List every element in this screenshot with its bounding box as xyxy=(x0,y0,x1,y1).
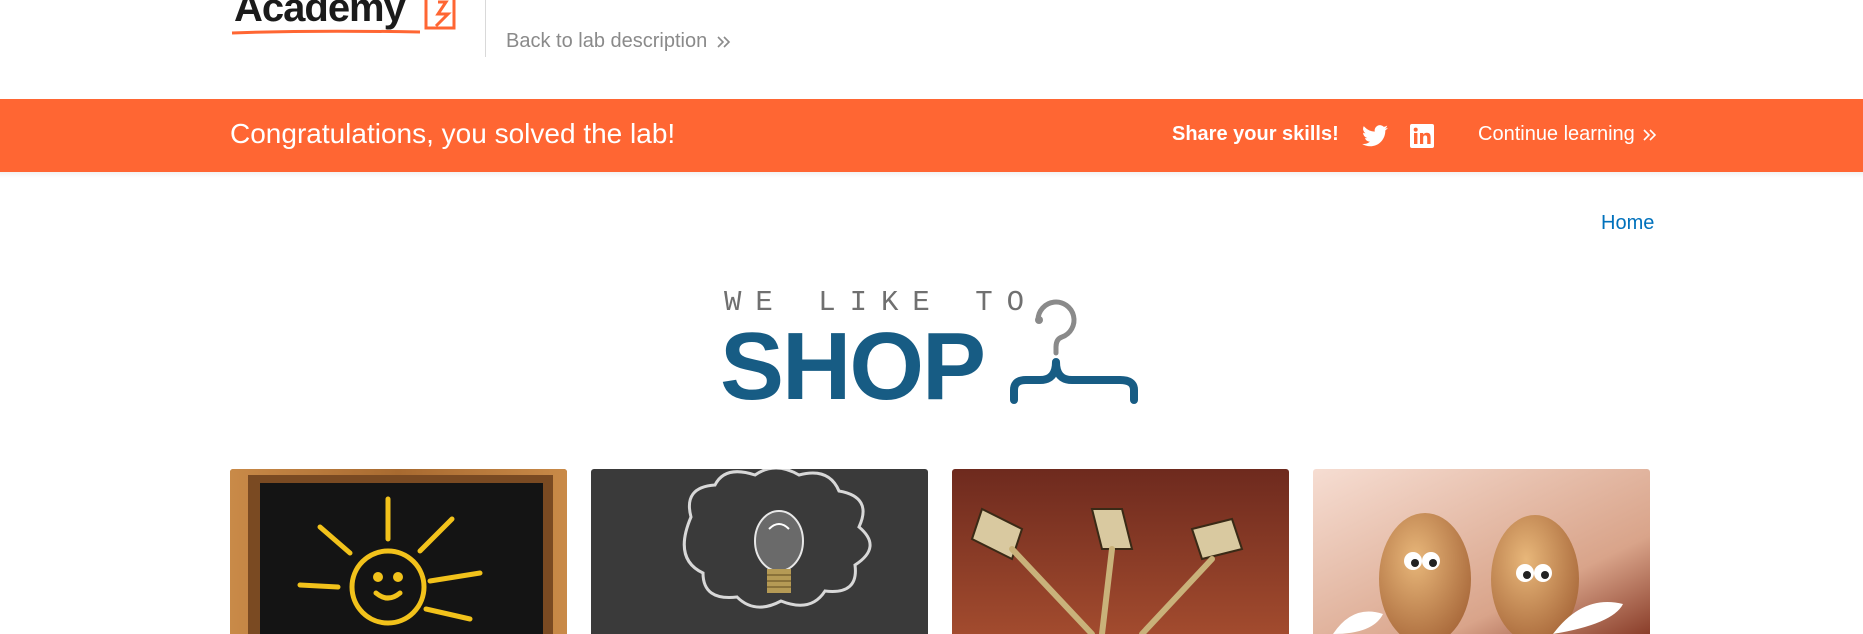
back-to-lab-link[interactable]: Back to lab description xyxy=(506,30,733,53)
top-header: Academy Back to lab description xyxy=(0,0,1863,99)
header-divider xyxy=(485,0,486,57)
double-chevron-right-icon xyxy=(1643,128,1656,141)
product-card-lightbulb[interactable] xyxy=(591,469,928,634)
share-label: Share your skills! xyxy=(1172,123,1339,145)
home-link[interactable]: Home xyxy=(1601,212,1654,235)
banner-title: Congratulations, you solved the lab! xyxy=(230,118,676,149)
darts-image xyxy=(952,469,1289,634)
product-card-eggs[interactable] xyxy=(1313,469,1650,634)
product-card-chalkboard-sun[interactable] xyxy=(230,469,567,634)
logo-text: Academy xyxy=(234,0,406,30)
lightbulb-cloud-image xyxy=(591,469,928,634)
continue-label: Continue learning xyxy=(1478,123,1635,145)
logo-bolt-icon xyxy=(424,0,456,30)
banner-shadow xyxy=(0,172,1863,178)
double-chevron-right-icon xyxy=(717,35,731,48)
eggs-image xyxy=(1313,469,1650,634)
twitter-icon[interactable] xyxy=(1362,125,1388,147)
hanger-icon xyxy=(1010,299,1138,404)
back-link-label: Back to lab description xyxy=(506,30,708,52)
shop-logo: WE LIKE TO SHOP xyxy=(720,280,1170,420)
chalkboard-sun-image xyxy=(230,469,567,634)
continue-learning-link[interactable]: Continue learning xyxy=(1478,123,1659,146)
logo-underline xyxy=(231,29,421,35)
product-card-darts[interactable] xyxy=(952,469,1289,634)
linkedin-icon[interactable] xyxy=(1410,124,1434,148)
solved-banner: Congratulations, you solved the lab! Sha… xyxy=(0,99,1863,172)
logo-shop-word: SHOP xyxy=(720,313,986,420)
